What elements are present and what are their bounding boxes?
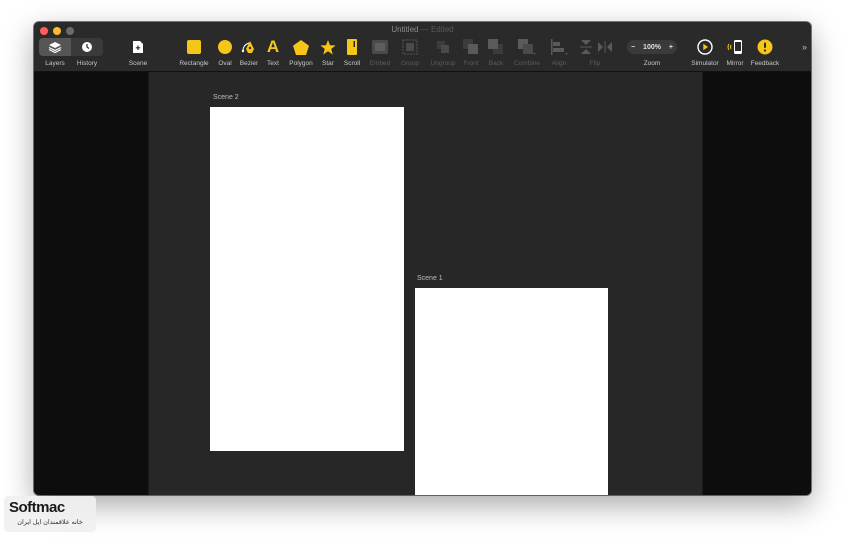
bezier-label: Bezier [239, 60, 259, 67]
flip-button[interactable]: Flip [578, 38, 612, 68]
new-scene-icon [133, 41, 143, 53]
polygon-tool[interactable]: Polygon [288, 38, 314, 68]
oval-label: Oval [218, 60, 232, 67]
text-label: Text [267, 60, 279, 67]
history-label: History [76, 60, 98, 67]
edited-status: Edited [430, 25, 454, 34]
scroll-tool[interactable]: Scroll [341, 38, 363, 68]
toolbar: Untitled — Edited Layers History Scene R… [34, 22, 811, 72]
combine-icon [518, 39, 536, 55]
scene-2-artboard[interactable] [210, 107, 404, 451]
embed-button[interactable]: Embed [368, 38, 392, 68]
send-back-icon [488, 39, 503, 54]
scene-1-label[interactable]: Scene 1 [417, 275, 443, 282]
zoom-out-button[interactable]: − [631, 44, 635, 51]
text-tool[interactable]: A Text [264, 38, 282, 68]
front-label: Front [463, 60, 479, 67]
layers-panel [34, 72, 149, 495]
rectangle-label: Rectangle [179, 60, 209, 67]
history-button[interactable] [71, 38, 103, 56]
scene-label: Scene [128, 60, 148, 67]
design-canvas[interactable]: Scene 2 Scene 1 [149, 72, 702, 495]
embed-icon [372, 40, 388, 54]
bezier-tool[interactable]: Bezier [238, 38, 260, 68]
ungroup-button[interactable]: Ungroup [428, 38, 458, 68]
ungroup-label: Ungroup [430, 60, 456, 67]
watermark-logo: Softmac [9, 499, 65, 516]
scene-1-artboard[interactable] [415, 288, 608, 495]
feedback-label: Feedback [750, 60, 780, 67]
play-icon [697, 39, 713, 55]
scroll-label: Scroll [343, 60, 361, 67]
embed-label: Embed [369, 60, 391, 67]
watermark-subtitle: خانه علاقمندان اپل ایران [17, 519, 83, 526]
zoom-control: − 100% + [627, 40, 677, 54]
polygon-label: Polygon [289, 60, 313, 67]
bring-front-icon [463, 39, 478, 54]
sidebar-mode-control: Layers History [39, 38, 103, 67]
zoom-label: Zoom [643, 60, 661, 67]
combine-button[interactable]: Combine [512, 38, 542, 68]
simulator-button[interactable]: Simulator [690, 38, 720, 68]
zoom-value: 100% [643, 43, 661, 51]
ungroup-icon [437, 41, 449, 53]
toolbar-overflow-button[interactable]: » [802, 42, 807, 52]
mirror-button[interactable]: Mirror [724, 38, 746, 68]
layers-icon [48, 42, 62, 53]
layers-label: Layers [45, 60, 65, 67]
mirror-label: Mirror [726, 60, 744, 67]
scroll-icon [347, 39, 357, 55]
group-label: Group [400, 60, 420, 67]
flip-label: Flip [589, 60, 601, 67]
simulator-label: Simulator [691, 60, 719, 67]
group-icon [402, 39, 418, 55]
zoom-in-button[interactable]: + [669, 44, 673, 51]
text-icon: A [266, 37, 280, 56]
layers-button[interactable] [39, 38, 71, 56]
align-label: Align [551, 60, 567, 67]
combine-label: Combine [513, 60, 540, 67]
flip-icon [580, 40, 612, 54]
oval-tool[interactable]: Oval [215, 38, 235, 68]
back-label: Back [488, 60, 504, 67]
rectangle-tool[interactable]: Rectangle [179, 38, 209, 68]
app-window: Untitled — Edited Layers History Scene R… [34, 22, 811, 495]
rectangle-icon [187, 40, 201, 54]
pen-icon [241, 41, 254, 53]
star-icon [320, 39, 336, 54]
feedback-button[interactable]: Feedback [749, 38, 781, 68]
title-separator: — [418, 25, 431, 34]
send-back-button[interactable]: Back [486, 38, 506, 68]
pentagon-icon [293, 39, 309, 55]
star-tool[interactable]: Star [319, 38, 337, 68]
inspector-panel [702, 72, 811, 495]
phone-mirror-icon [727, 40, 742, 54]
align-button[interactable]: Align [548, 38, 570, 68]
bring-front-button[interactable]: Front [461, 38, 481, 68]
watermark: Softmac خانه علاقمندان اپل ایران [4, 496, 96, 532]
group-button[interactable]: Group [399, 38, 421, 68]
clock-icon [82, 42, 92, 52]
star-label: Star [322, 60, 334, 67]
document-name: Untitled [391, 25, 419, 34]
scene-2-label[interactable]: Scene 2 [213, 94, 239, 101]
window-title: Untitled — Edited [34, 25, 811, 34]
align-icon [551, 39, 568, 55]
alert-icon [757, 39, 773, 55]
scene-button[interactable]: Scene [128, 38, 148, 68]
oval-icon [218, 40, 232, 54]
